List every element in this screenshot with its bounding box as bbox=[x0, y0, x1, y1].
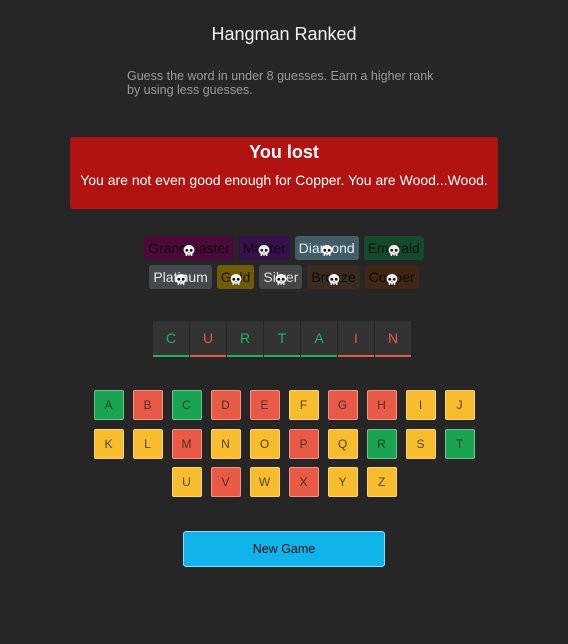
result-heading: You lost bbox=[249, 142, 319, 162]
key-b[interactable]: B bbox=[132, 390, 163, 420]
word-letter-slot: T bbox=[264, 321, 300, 357]
page-title: Hangman Ranked bbox=[211, 24, 357, 44]
keyboard-row: ABCDEFGHIJ bbox=[0, 390, 568, 420]
key-p[interactable]: P bbox=[288, 429, 319, 459]
word-display: CURTAIN bbox=[153, 321, 412, 357]
key-a[interactable]: A bbox=[93, 390, 124, 420]
rank-badge-platinum: Platinum bbox=[149, 265, 212, 289]
game-instructions: Guess the word in under 8 guesses. Earn … bbox=[127, 69, 434, 97]
key-l[interactable]: L bbox=[132, 429, 163, 459]
key-g[interactable]: G bbox=[327, 390, 358, 420]
rank-badge-grandmaster: Grandmaster bbox=[144, 236, 234, 260]
result-banner: You lost You are not even good enough fo… bbox=[70, 137, 498, 209]
rank-badge-copper: Copper bbox=[364, 265, 419, 289]
key-h[interactable]: H bbox=[366, 390, 397, 420]
word-letter-slot: U bbox=[190, 321, 226, 357]
rank-badge-gold: Gold bbox=[216, 265, 255, 289]
key-k[interactable]: K bbox=[93, 429, 124, 459]
key-n[interactable]: N bbox=[210, 429, 241, 459]
skull-icon bbox=[385, 270, 399, 285]
game-screen: Hangman Ranked Guess the word in under 8… bbox=[0, 0, 568, 644]
skull-icon bbox=[229, 270, 243, 285]
rank-badge-emerald: Emerald bbox=[363, 236, 424, 260]
key-d[interactable]: D bbox=[210, 390, 241, 420]
word-letter-slot: N bbox=[375, 321, 411, 357]
key-m[interactable]: M bbox=[171, 429, 202, 459]
key-t[interactable]: T bbox=[444, 429, 475, 459]
key-e[interactable]: E bbox=[249, 390, 280, 420]
rank-badge-diamond: Diamond bbox=[294, 236, 359, 260]
key-r[interactable]: R bbox=[366, 429, 397, 459]
new-game-button[interactable]: New Game bbox=[183, 531, 385, 567]
key-q[interactable]: Q bbox=[327, 429, 358, 459]
key-s[interactable]: S bbox=[405, 429, 436, 459]
skull-icon bbox=[274, 270, 288, 285]
word-letter-slot: C bbox=[153, 321, 189, 357]
key-v[interactable]: V bbox=[210, 467, 241, 497]
skull-icon bbox=[387, 241, 401, 256]
key-o[interactable]: O bbox=[249, 429, 280, 459]
word-letter-slot: R bbox=[227, 321, 263, 357]
skull-icon bbox=[174, 270, 188, 285]
skull-icon bbox=[182, 241, 196, 256]
rank-badge-silver: Silver bbox=[259, 265, 303, 289]
rank-badge-master: Master bbox=[238, 236, 290, 260]
keyboard-row: KLMNOPQRST bbox=[0, 429, 568, 459]
rank-row: GrandmasterMasterDiamondEmerald bbox=[0, 236, 568, 260]
word-letter-slot: A bbox=[301, 321, 337, 357]
keyboard-row: UVWXYZ bbox=[0, 467, 568, 497]
skull-icon bbox=[257, 241, 271, 256]
key-c[interactable]: C bbox=[171, 390, 202, 420]
skull-icon bbox=[320, 241, 334, 256]
key-i[interactable]: I bbox=[405, 390, 436, 420]
key-w[interactable]: W bbox=[249, 467, 280, 497]
key-j[interactable]: J bbox=[444, 390, 475, 420]
key-y[interactable]: Y bbox=[327, 467, 358, 497]
word-letter-slot: I bbox=[338, 321, 374, 357]
key-x[interactable]: X bbox=[288, 467, 319, 497]
key-z[interactable]: Z bbox=[366, 467, 397, 497]
result-message: You are not even good enough for Copper.… bbox=[80, 172, 488, 188]
skull-icon bbox=[327, 270, 341, 285]
rank-badge-bronze: Bronze bbox=[307, 265, 360, 289]
key-u[interactable]: U bbox=[171, 467, 202, 497]
key-f[interactable]: F bbox=[288, 390, 319, 420]
rank-row: PlatinumGoldSilverBronzeCopper bbox=[0, 265, 568, 289]
